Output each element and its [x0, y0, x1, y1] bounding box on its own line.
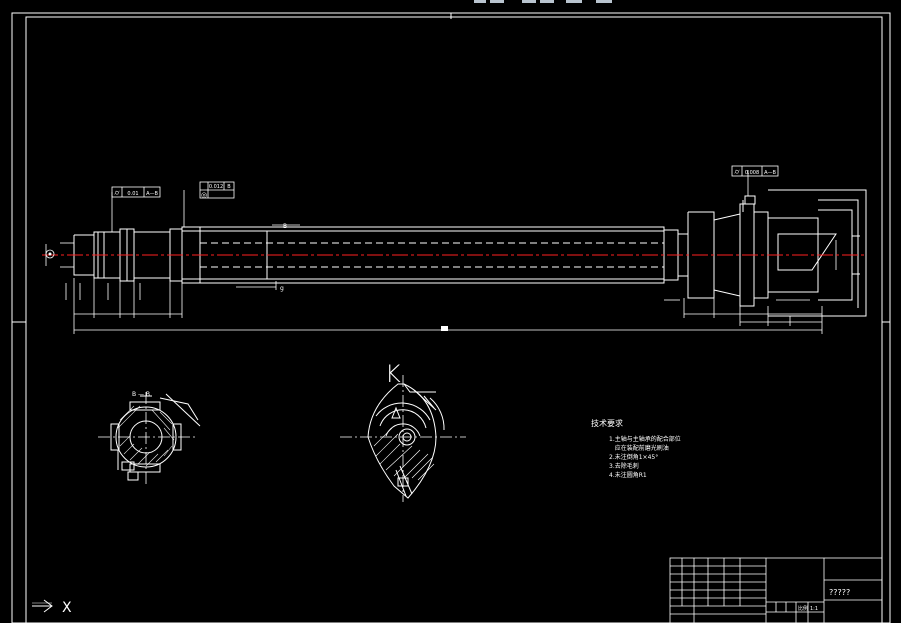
gdt-1-symbol: ⌭: [114, 189, 119, 197]
datum-g-label: g: [280, 285, 284, 292]
section-b-b-view: [98, 392, 201, 486]
section-b-b-label: B — B: [132, 391, 150, 398]
tech-req-item-2: 应在装配前磨光刷油: [609, 444, 669, 452]
shaft-ref-label: B: [283, 223, 287, 230]
spindle-main-view: [73, 189, 867, 317]
ucs-icon: [32, 599, 53, 613]
tech-req-item-1: 1.主轴与主轴承的配合部位: [609, 435, 681, 443]
gdt-1-value: 0.01: [127, 191, 138, 197]
gdt-2-symbol: ◎: [201, 191, 207, 199]
tech-req-title: 技术要求: [591, 418, 623, 428]
tech-req-item-5: 4.未注圆角R1: [609, 471, 647, 479]
datum-circle-left-dot: [48, 252, 52, 256]
cad-drawing-canvas[interactable]: ⌭ 0.01 A—B ◎ 0.012 B ⌭ 0.008 A—B B g K B…: [0, 0, 901, 623]
tech-req-item-3: 2.未注倒角1×45°: [609, 453, 658, 461]
gdt-frame-3: ⌭ 0.008 A—B: [731, 165, 779, 177]
tech-req-item-4: 3.去除毛刺: [609, 462, 639, 470]
view-k-label: K: [385, 360, 401, 388]
inner-frame: [25, 16, 883, 623]
gdt-3-symbol: ⌭: [734, 168, 739, 176]
title-block-scale-label: 比例: [798, 605, 808, 612]
outer-frame: [11, 12, 891, 623]
overall-length-marker: [441, 326, 448, 331]
title-block-drawing-name: ?????: [829, 588, 850, 597]
gdt-2-datum: B: [227, 184, 231, 190]
gdt-1-datum: A—B: [146, 191, 158, 197]
gdt-leaders: [111, 170, 749, 232]
gdt-frame-2: ◎ 0.012 B: [199, 181, 235, 199]
gdt-2-value: 0.012: [209, 184, 223, 190]
gdt-frame-1: ⌭ 0.01 A—B: [111, 186, 161, 198]
title-block-scale: 1:1: [810, 606, 818, 612]
ucs-x-label: X: [62, 600, 72, 616]
gdt-3-value: 0.008: [745, 170, 759, 176]
view-k-hatch: [373, 427, 435, 481]
view-k: [340, 375, 466, 502]
gdt-3-datum: A—B: [764, 170, 776, 176]
tech-requirements: 技术要求 1.主轴与主轴承的配合部位 应在装配前磨光刷油 2.未注倒角1×45°…: [591, 418, 681, 479]
